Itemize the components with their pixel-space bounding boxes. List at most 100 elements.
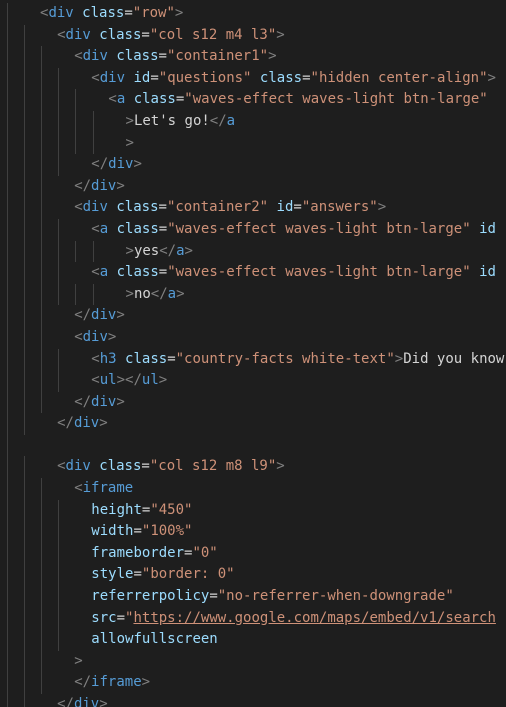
code-token: Let's go! bbox=[133, 112, 210, 129]
code-token: https://www.google.com/maps/embed/v1/sea… bbox=[133, 609, 496, 626]
code-line-content: width="100%" bbox=[91, 521, 192, 543]
code-token: > bbox=[125, 242, 134, 259]
indent-guide bbox=[7, 413, 8, 435]
code-line[interactable]: <div> bbox=[0, 326, 506, 349]
code-line[interactable]: </div> bbox=[0, 391, 506, 414]
code-token: id bbox=[479, 220, 496, 237]
code-line[interactable]: > bbox=[0, 132, 506, 155]
code-token: < bbox=[91, 220, 100, 237]
code-line-content: >Let's go!</a bbox=[126, 111, 236, 133]
code-token: height bbox=[91, 501, 142, 518]
code-token: div bbox=[108, 156, 134, 173]
code-line[interactable] bbox=[0, 434, 506, 457]
indent-guide bbox=[7, 154, 8, 176]
indent-guide bbox=[41, 521, 43, 543]
code-line[interactable]: style="border: 0" bbox=[0, 564, 506, 587]
code-token: < bbox=[91, 372, 100, 389]
indent-guide bbox=[7, 283, 8, 306]
indent-guide bbox=[24, 262, 26, 284]
code-line-content: </div> bbox=[74, 392, 125, 414]
indent-guide bbox=[7, 46, 8, 68]
indent-guide bbox=[24, 521, 26, 543]
code-token: = bbox=[158, 48, 167, 65]
code-token: h3 bbox=[99, 350, 117, 367]
code-line[interactable]: </div> bbox=[0, 175, 506, 198]
code-token: > bbox=[99, 696, 108, 707]
indent-guide bbox=[24, 283, 26, 306]
code-token: = bbox=[293, 199, 302, 216]
indent-guide bbox=[58, 542, 60, 565]
code-token: a bbox=[176, 242, 185, 259]
code-line[interactable]: <div class="container1"> bbox=[0, 46, 506, 68]
code-line[interactable]: <a class="waves-effect waves-light btn-l… bbox=[0, 89, 506, 111]
code-token: > bbox=[125, 112, 134, 129]
code-token: id bbox=[133, 69, 151, 86]
indent-guide bbox=[75, 110, 77, 133]
code-line[interactable]: <ul></ul> bbox=[0, 370, 506, 392]
code-line[interactable]: frameborder="0" bbox=[0, 542, 506, 565]
indent-guide bbox=[41, 262, 43, 284]
code-token: class bbox=[99, 26, 142, 43]
code-token: = bbox=[141, 458, 150, 475]
code-line[interactable]: referrerpolicy="no-referrer-when-downgra… bbox=[0, 586, 506, 608]
code-line[interactable]: <div id="questions" class="hidden center… bbox=[0, 67, 506, 90]
code-token: </ bbox=[150, 285, 168, 302]
indent-guide bbox=[58, 218, 60, 241]
code-line[interactable]: >yes</a> bbox=[0, 240, 506, 263]
indent-guide bbox=[58, 154, 60, 176]
indent-guide bbox=[92, 110, 94, 133]
code-token: "container1" bbox=[166, 48, 269, 65]
code-line[interactable]: src="https://www.google.com/maps/embed/v… bbox=[0, 607, 506, 630]
indent-guide bbox=[7, 89, 8, 111]
code-line[interactable]: width="100%" bbox=[0, 521, 506, 543]
indent-guide bbox=[7, 499, 8, 522]
code-editor[interactable]: <div class="row"> <div class="col s12 m4 … bbox=[0, 0, 506, 707]
code-line[interactable]: </div> bbox=[0, 413, 506, 435]
indent-guide bbox=[7, 586, 8, 608]
code-line[interactable]: <div class="container2" id="answers"> bbox=[0, 197, 506, 219]
code-line[interactable]: <a class="waves-effect waves-light btn-l… bbox=[0, 262, 506, 284]
code-line[interactable]: > bbox=[0, 650, 506, 673]
code-lines[interactable]: <div class="row"> <div class="col s12 m4 … bbox=[0, 3, 506, 707]
code-line[interactable]: >Let's go!</a bbox=[0, 110, 506, 133]
code-line-content: height="450" bbox=[91, 500, 192, 522]
code-line[interactable]: </div> bbox=[0, 154, 506, 176]
code-token: > bbox=[107, 328, 117, 345]
code-line[interactable]: </div> bbox=[0, 694, 506, 707]
code-line[interactable]: </iframe> bbox=[0, 672, 506, 694]
code-token: ></ bbox=[116, 372, 142, 389]
code-line[interactable]: <div class="row"> bbox=[0, 3, 506, 25]
code-token: "questions" bbox=[158, 69, 252, 86]
code-line[interactable]: <div class="col s12 m4 l3"> bbox=[0, 24, 506, 47]
code-line[interactable]: allowfullscreen bbox=[0, 629, 506, 651]
indent-guide bbox=[7, 197, 8, 219]
code-line[interactable]: >no</a> bbox=[0, 283, 506, 306]
code-token: frameborder bbox=[91, 544, 185, 561]
indent-guide bbox=[41, 46, 43, 68]
code-line-content: >yes</a> bbox=[126, 241, 193, 263]
indent-guide bbox=[41, 564, 43, 587]
indent-guide bbox=[7, 564, 8, 587]
code-line-content: > bbox=[126, 133, 134, 155]
code-line[interactable]: <a class="waves-effect waves-light btn-l… bbox=[0, 218, 506, 241]
code-line[interactable]: height="450" bbox=[0, 499, 506, 522]
code-token: src bbox=[91, 609, 117, 626]
indent-guide bbox=[24, 672, 26, 694]
code-line[interactable]: <h3 class="country-facts white-text">Did… bbox=[0, 348, 506, 371]
code-line[interactable]: <div class="col s12 m8 l9"> bbox=[0, 456, 506, 479]
indent-guide bbox=[24, 218, 26, 241]
indent-guide bbox=[41, 499, 43, 522]
indent-guide bbox=[41, 672, 43, 694]
indent-guide bbox=[41, 240, 43, 263]
code-line-content: </div> bbox=[91, 154, 142, 176]
code-line[interactable]: </div> bbox=[0, 305, 506, 327]
code-line-content: src="https://www.google.com/maps/embed/v… bbox=[91, 608, 496, 630]
code-line-content: <div> bbox=[74, 327, 116, 349]
code-line[interactable]: <iframe bbox=[0, 478, 506, 500]
code-token: = bbox=[158, 199, 167, 216]
indent-guide bbox=[75, 89, 77, 111]
indent-guide bbox=[58, 499, 60, 522]
code-token: class bbox=[259, 69, 303, 86]
